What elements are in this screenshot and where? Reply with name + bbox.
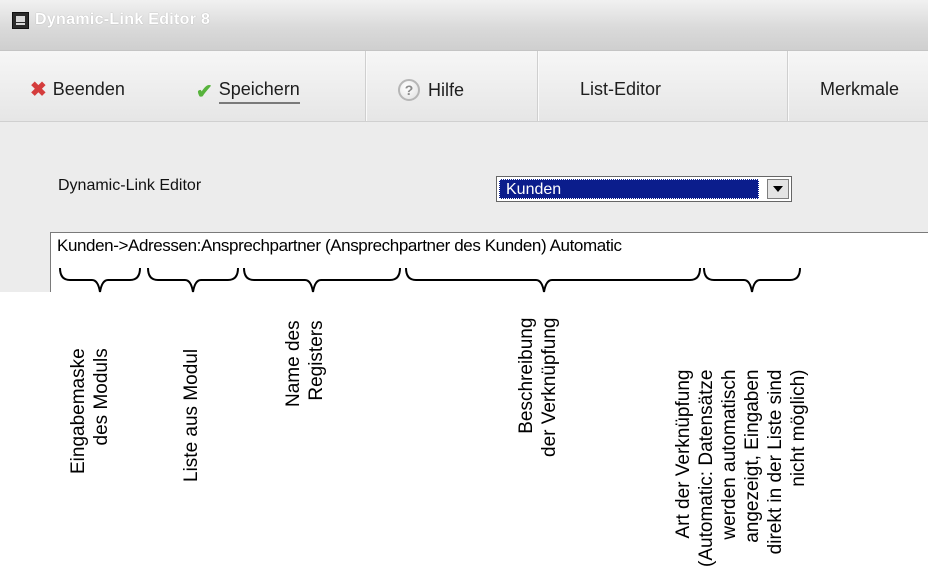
brace-register-name bbox=[243, 267, 401, 293]
annotation-link-type: Art der Verknüpfung (Automatic: Datensät… bbox=[673, 369, 809, 567]
annotation-module-list: Liste aus Modul bbox=[181, 348, 202, 482]
brace-module-list bbox=[147, 267, 239, 293]
brace-link-description bbox=[405, 267, 701, 293]
annotation-link-description: Beschreibung der Verknüpfung bbox=[516, 317, 560, 457]
brace-input-mask bbox=[59, 267, 141, 293]
annotation-input-mask: Eingabemaske des Moduls bbox=[68, 348, 112, 474]
annotation-register-name: Name des Registers bbox=[283, 320, 327, 407]
brace-link-type bbox=[703, 267, 801, 293]
